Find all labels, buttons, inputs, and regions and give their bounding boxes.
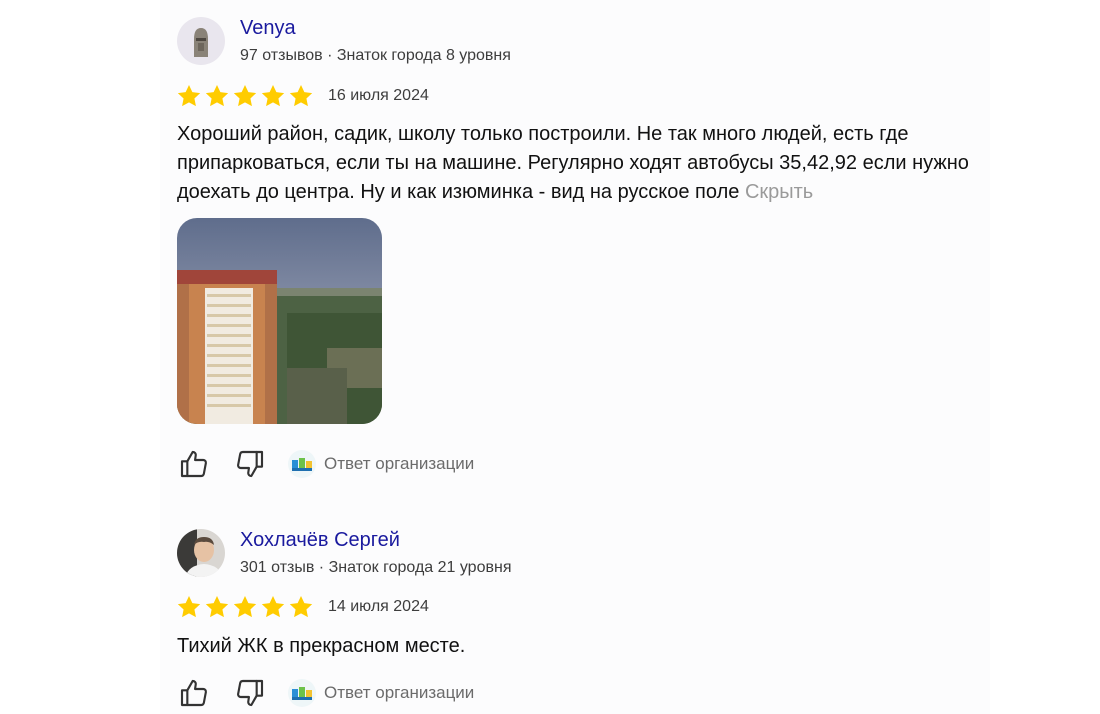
author-meta: 97 отзывов · Знаток города 8 уровня (240, 47, 511, 64)
rating-row: 14 июля 2024 (176, 593, 429, 621)
author-name-link[interactable]: Venya (240, 16, 296, 40)
like-button[interactable] (176, 446, 212, 482)
hide-text-link[interactable]: Скрыть (745, 181, 813, 203)
organization-reply-label: Ответ организации (324, 454, 475, 473)
organization-logo-icon (288, 679, 316, 707)
review-author-block: Хохлачёв Сергей 301 отзыв · Знаток город… (176, 512, 976, 577)
thumbs-down-icon (237, 679, 264, 707)
review-photo[interactable] (177, 218, 382, 424)
like-button[interactable] (176, 675, 212, 711)
star-icon (177, 84, 201, 107)
dislike-button[interactable] (232, 446, 268, 482)
thumbs-up-icon (180, 679, 207, 707)
author-avatar[interactable] (177, 17, 225, 65)
organization-reply-label: Ответ организации (324, 683, 475, 702)
star-icon (205, 595, 229, 618)
star-icon (261, 84, 285, 107)
organization-reply-button[interactable]: Ответ организации (288, 450, 474, 478)
star-icon (177, 595, 201, 618)
review-text: Хороший район, садик, школу только постр… (177, 120, 977, 207)
star-icon (233, 595, 257, 618)
star-rating (176, 594, 314, 620)
author-avatar[interactable] (177, 529, 225, 577)
review-date: 16 июля 2024 (328, 87, 429, 104)
review-actions: Ответ организации (176, 444, 474, 484)
review-actions: Ответ организации (176, 673, 474, 713)
author-meta: 301 отзыв · Знаток города 21 уровня (240, 559, 512, 576)
star-icon (261, 595, 285, 618)
rating-row: 16 июля 2024 (176, 82, 429, 110)
review-text: Тихий ЖК в прекрасном месте. (177, 632, 977, 661)
author-name-link[interactable]: Хохлачёв Сергей (240, 528, 400, 552)
star-icon (233, 84, 257, 107)
review-text-body: Хороший район, садик, школу только постр… (177, 123, 969, 203)
organization-reply-button[interactable]: Ответ организации (288, 679, 474, 707)
dislike-button[interactable] (232, 675, 268, 711)
star-icon (289, 595, 313, 618)
review-date: 14 июля 2024 (328, 598, 429, 615)
review-author-block: Venya 97 отзывов · Знаток города 8 уровн… (176, 0, 976, 65)
star-rating (176, 83, 314, 109)
thumbs-down-icon (237, 450, 264, 478)
review-text-body: Тихий ЖК в прекрасном месте. (177, 635, 466, 657)
thumbs-up-icon (180, 450, 207, 478)
star-icon (289, 84, 313, 107)
star-icon (205, 84, 229, 107)
organization-logo-icon (288, 450, 316, 478)
